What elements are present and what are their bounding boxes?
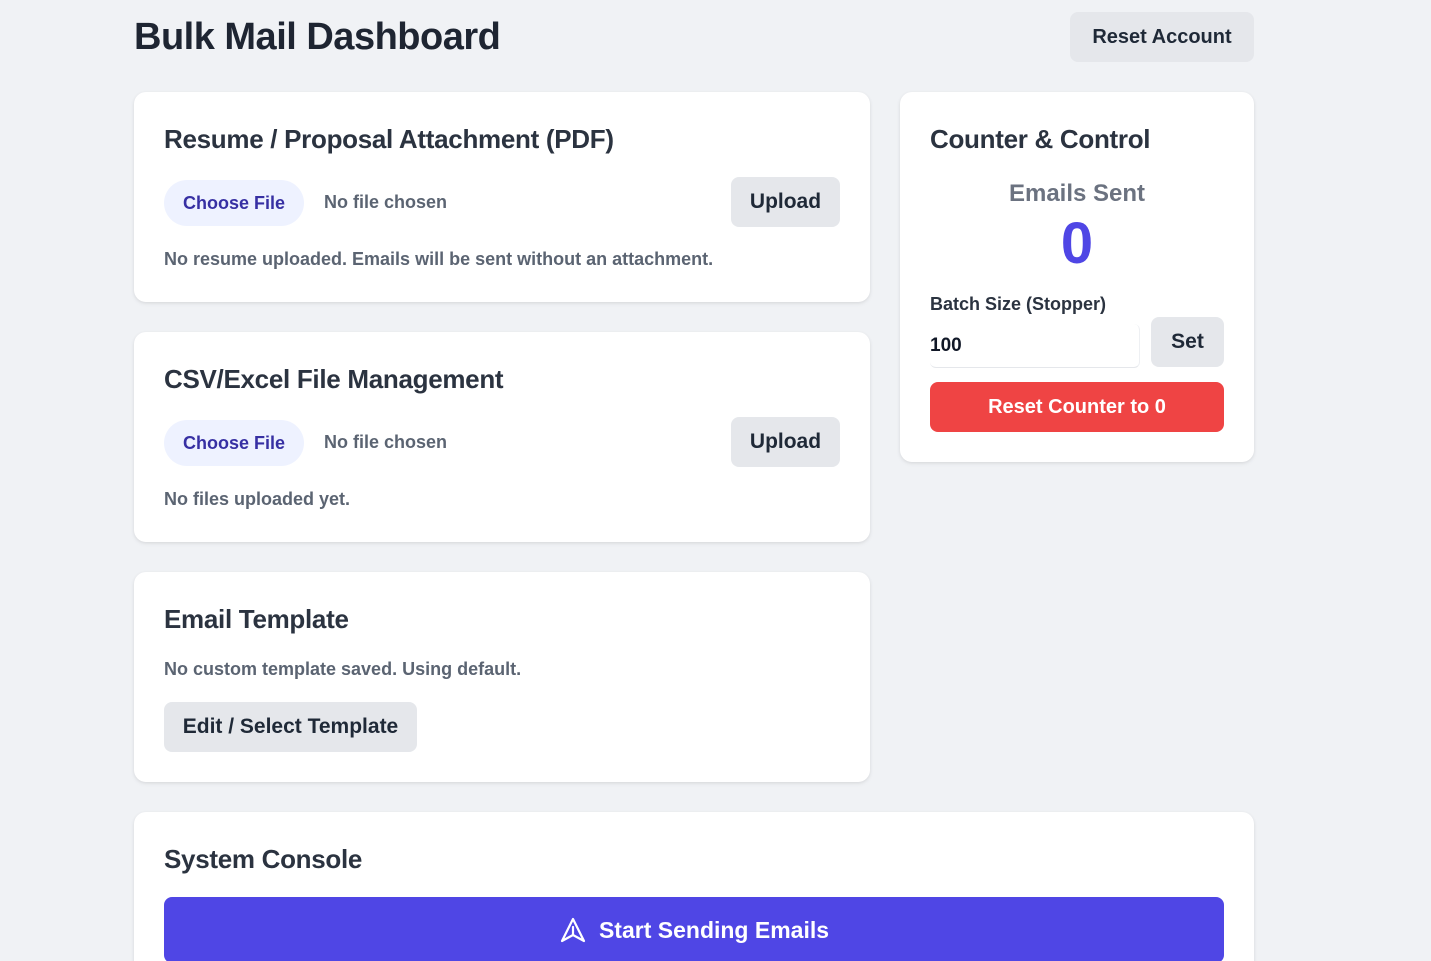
csv-choose-file-button[interactable]: Choose File <box>164 420 304 466</box>
resume-status-note: No resume uploaded. Emails will be sent … <box>164 249 714 269</box>
email-template-card: Email Template No custom template saved.… <box>134 572 870 782</box>
csv-upload-button[interactable]: Upload <box>731 417 840 467</box>
start-sending-label: Start Sending Emails <box>598 916 830 943</box>
template-status-note: No custom template saved. Using default. <box>164 659 522 679</box>
counter-control-card: Counter & Control Emails Sent 0 Batch Si… <box>900 92 1254 462</box>
batch-size-input[interactable] <box>930 324 1140 368</box>
emails-sent-label: Emails Sent <box>1008 180 1146 207</box>
resume-file-status: No file chosen <box>324 192 448 212</box>
start-sending-button[interactable]: Start Sending Emails <box>164 897 1224 961</box>
counter-card-title: Counter & Control <box>930 124 1151 154</box>
csv-management-card: CSV/Excel File Management Choose File No… <box>134 332 870 542</box>
csv-status-note: No files uploaded yet. <box>164 489 351 509</box>
system-console-card: System Console Start Sending Emails <box>134 812 1254 961</box>
emails-sent-count: 0 <box>1060 211 1094 276</box>
csv-file-status: No file chosen <box>324 432 448 452</box>
send-icon <box>559 916 587 944</box>
console-card-title: System Console <box>164 844 363 874</box>
csv-card-title: CSV/Excel File Management <box>164 364 504 394</box>
resume-attachment-card: Resume / Proposal Attachment (PDF) Choos… <box>134 92 870 302</box>
set-batch-size-button[interactable]: Set <box>1151 317 1224 367</box>
reset-account-button[interactable]: Reset Account <box>1070 12 1254 62</box>
batch-size-label: Batch Size (Stopper) <box>930 294 1107 314</box>
reset-counter-button[interactable]: Reset Counter to 0 <box>930 382 1224 432</box>
dashboard-page: Bulk Mail Dashboard Reset Account Resume… <box>0 0 1431 961</box>
resume-card-title: Resume / Proposal Attachment (PDF) <box>164 124 614 154</box>
resume-choose-file-button[interactable]: Choose File <box>164 180 304 226</box>
template-card-title: Email Template <box>164 604 349 634</box>
page-title: Bulk Mail Dashboard <box>134 16 501 58</box>
resume-upload-button[interactable]: Upload <box>731 177 840 227</box>
edit-template-button[interactable]: Edit / Select Template <box>164 702 417 752</box>
